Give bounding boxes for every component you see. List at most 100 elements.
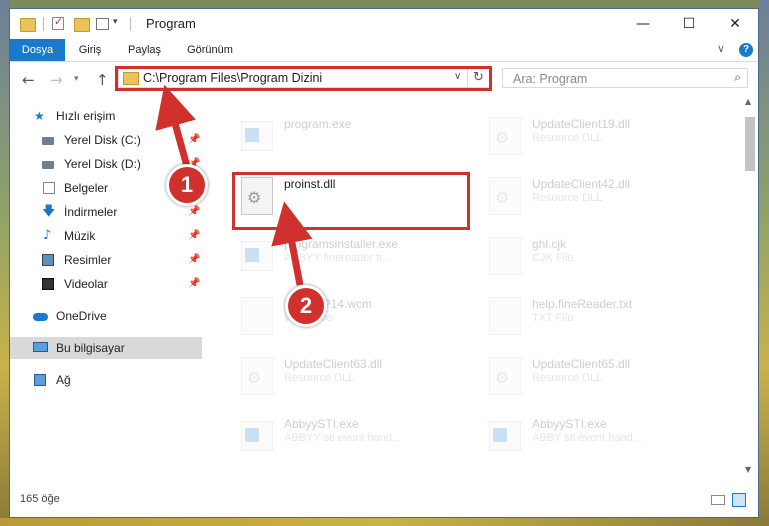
ribbon-tabs: Dosya Giriş Paylaş Görünüm ∨ ?	[10, 39, 758, 62]
file-item[interactable]: UpdateClient19.dll Resource DLL	[464, 109, 704, 161]
scrollbar-thumb[interactable]	[745, 117, 755, 171]
customize-toolbar-icon[interactable]	[96, 18, 109, 30]
pin-icon: 📌	[188, 230, 201, 241]
file-icon	[489, 297, 521, 335]
exe-icon	[489, 421, 521, 451]
file-item[interactable]: program.exe	[216, 109, 456, 161]
sidebar-item-network[interactable]: Ağ	[10, 369, 202, 391]
disk-icon	[42, 137, 54, 145]
dll-gear-icon	[489, 177, 521, 215]
sidebar-item-label: Ağ	[56, 373, 71, 387]
sidebar-item-music[interactable]: ♪ Müzik 📌	[10, 225, 202, 247]
title-bar: ▾ Program — ☐ ✕	[10, 9, 758, 39]
callout-step-2: 2	[285, 285, 327, 327]
file-item[interactable]: programsinstaller.exe ABBYY finereader t…	[216, 229, 456, 281]
search-input[interactable]	[511, 70, 715, 88]
file-name: UpdateClient63.dll	[284, 357, 383, 371]
tab-file[interactable]: Dosya	[10, 39, 65, 61]
sidebar-item-label: Yerel Disk (C:)	[64, 133, 141, 147]
sidebar-item-onedrive[interactable]: OneDrive	[10, 305, 202, 327]
file-item[interactable]: ScanWP14.wcm WCM File	[216, 289, 456, 341]
search-box[interactable]: ⌕	[502, 68, 748, 88]
up-arrow-icon[interactable]: ↑	[96, 71, 109, 89]
vertical-scrollbar[interactable]: ▲ ▼	[742, 97, 758, 479]
navigation-bar: ← → ▾ ↑ C:\Program Files\Program Dizini …	[10, 62, 758, 96]
help-icon[interactable]: ?	[739, 43, 753, 57]
maximize-button[interactable]: ☐	[666, 9, 712, 39]
divider	[43, 17, 44, 31]
recent-locations-chevron-icon[interactable]: ▾	[74, 74, 79, 84]
chevron-down-icon[interactable]: ▾	[113, 17, 118, 33]
forward-arrow-icon[interactable]: →	[50, 71, 63, 89]
details-view-icon[interactable]	[711, 495, 725, 505]
sidebar-item-label: Videolar	[64, 277, 108, 291]
folder-icon	[20, 18, 36, 32]
file-type: Resource DLL	[532, 372, 603, 384]
scroll-down-icon[interactable]: ▼	[745, 465, 751, 474]
file-item[interactable]: help.fineReader.txt TXT File	[464, 289, 704, 341]
status-bar: 165 öğe	[10, 481, 758, 517]
large-icons-view-icon[interactable]	[732, 493, 746, 507]
file-type: ABBYY sti event hand...	[284, 432, 402, 444]
file-item[interactable]: UpdateClient42.dll Resource DLL	[464, 169, 704, 221]
file-item[interactable]: AbbyySTI.exe ABBY sti event hand...	[464, 409, 704, 461]
callout-step-1: 1	[166, 164, 208, 206]
sidebar-item-videos[interactable]: Videolar 📌	[10, 273, 202, 295]
sidebar-item-disk-c[interactable]: Yerel Disk (C:) 📌	[10, 129, 202, 151]
pin-icon: 📌	[188, 278, 201, 289]
documents-icon	[43, 182, 55, 194]
file-type: ABBYY finereader tr...	[284, 252, 392, 264]
star-icon: ★	[34, 109, 45, 123]
sidebar-item-quick-access[interactable]: ★ Hızlı erişim	[10, 105, 202, 127]
exe-icon	[241, 421, 273, 451]
properties-check-icon[interactable]	[52, 15, 64, 30]
window-title: Program	[146, 16, 196, 31]
file-name: programsinstaller.exe	[284, 237, 399, 251]
file-type: Resource DLL	[532, 192, 603, 204]
navigation-pane: ★ Hızlı erişim Yerel Disk (C:) 📌 Yerel D…	[10, 97, 205, 479]
close-button[interactable]: ✕	[712, 9, 758, 39]
file-item[interactable]: AbbyySTI.exe ABBYY sti event hand...	[216, 409, 456, 461]
file-item[interactable]: UpdateClient63.dll Resource DLL	[216, 349, 456, 401]
exe-icon	[241, 241, 273, 271]
sidebar-item-label: OneDrive	[56, 309, 107, 323]
sidebar-item-downloads[interactable]: 🡇 İndirmeler 📌	[10, 201, 202, 223]
file-highlight-box	[232, 172, 470, 230]
dll-gear-icon	[241, 357, 273, 395]
file-name: UpdateClient42.dll	[532, 177, 631, 191]
dll-gear-icon	[489, 357, 521, 395]
expand-ribbon-chevron-icon[interactable]: ∨	[717, 42, 725, 55]
sidebar-item-this-pc[interactable]: Bu bilgisayar	[10, 337, 202, 359]
sidebar-item-label: Belgeler	[64, 181, 109, 195]
file-item[interactable]: ghl.cjk CJK File	[464, 229, 704, 281]
divider	[130, 17, 131, 31]
sidebar-item-label: Yerel Disk (D:)	[64, 157, 141, 171]
sidebar-item-pictures[interactable]: Resimler 📌	[10, 249, 202, 271]
address-highlight-box	[115, 66, 492, 91]
tab-home[interactable]: Giriş	[70, 39, 110, 61]
file-name: UpdateClient19.dll	[532, 117, 631, 131]
pin-icon: 📌	[188, 134, 201, 145]
search-icon[interactable]: ⌕	[734, 70, 741, 85]
sidebar-item-label: Resimler	[64, 253, 112, 267]
cloud-icon	[33, 313, 48, 321]
exe-icon	[241, 121, 273, 151]
sidebar-item-label: Bu bilgisayar	[56, 341, 125, 355]
new-folder-icon[interactable]	[74, 18, 90, 32]
file-list: program.exe proinst.dll programsinstalle…	[206, 97, 742, 479]
file-type: CJK File	[532, 252, 574, 264]
pin-icon: 📌	[188, 254, 201, 265]
music-icon: ♪	[43, 228, 52, 243]
pictures-icon	[42, 254, 54, 266]
sidebar-item-label: İndirmeler	[64, 205, 118, 219]
tab-share[interactable]: Paylaş	[122, 39, 167, 61]
item-count: 165 öğe	[20, 493, 60, 505]
minimize-button[interactable]: —	[620, 9, 666, 39]
scroll-up-icon[interactable]: ▲	[745, 97, 751, 106]
back-arrow-icon[interactable]: ←	[22, 71, 35, 89]
file-type: TXT File	[532, 312, 574, 324]
network-icon	[34, 374, 46, 386]
tab-view[interactable]: Görünüm	[180, 39, 240, 61]
file-name: program.exe	[284, 117, 352, 131]
file-item[interactable]: UpdateClient65.dll Resource DLL	[464, 349, 704, 401]
